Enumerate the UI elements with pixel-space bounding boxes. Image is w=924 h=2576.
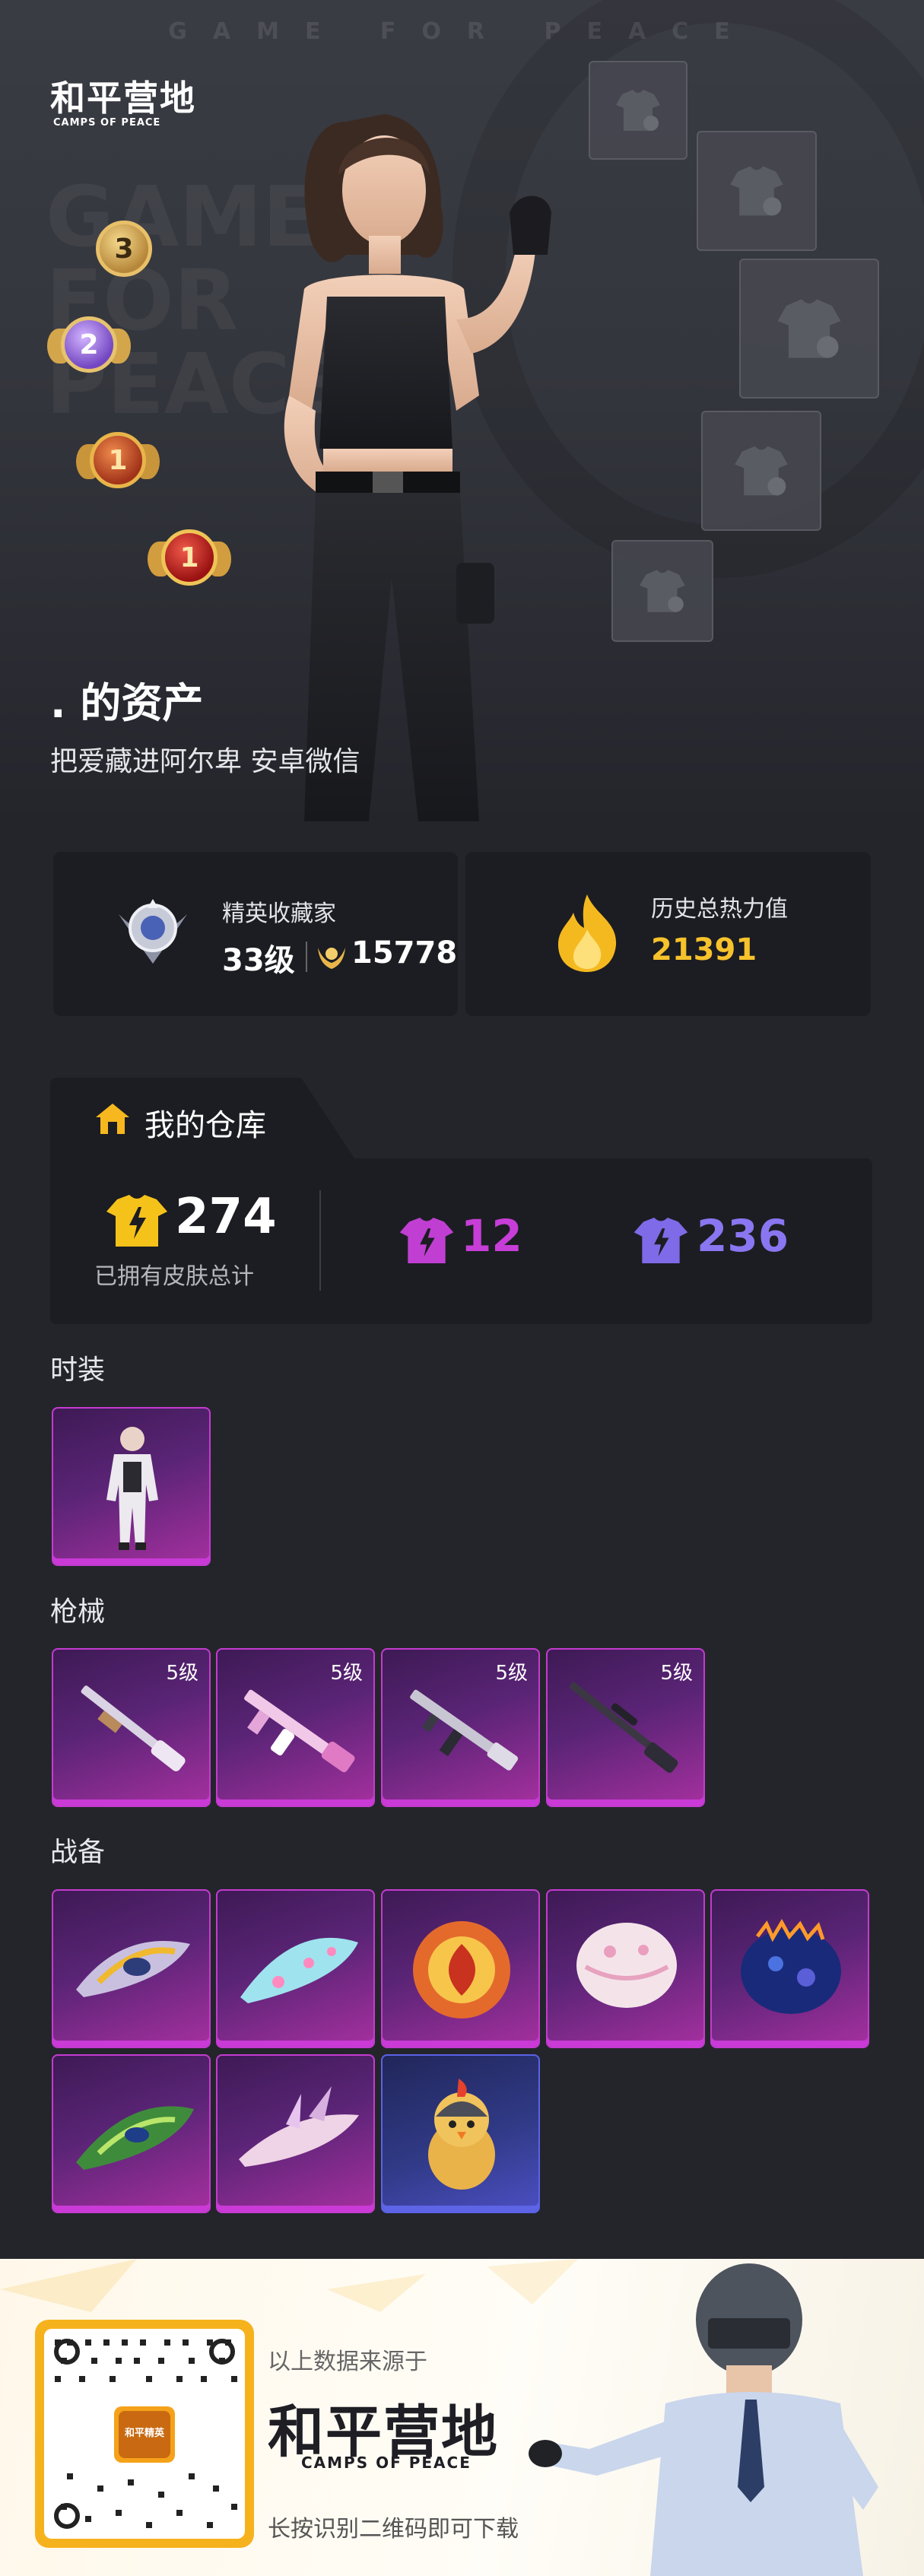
glider-icon [239, 2086, 359, 2167]
hero-tagline: GAME FOR PEACE [168, 18, 756, 45]
shirt-icon [640, 570, 685, 612]
shirt-icon [777, 299, 841, 358]
laurel-icon [318, 948, 345, 969]
skin-total-icon [106, 1195, 167, 1247]
gun-item[interactable]: 5级 [381, 1648, 540, 1807]
player-name: . 的资产 [50, 679, 204, 727]
flame-icon [558, 894, 617, 972]
blue-skin-icon [633, 1218, 688, 1263]
outfit-tile [611, 540, 713, 642]
divider [319, 1190, 321, 1291]
outfit-tile [697, 131, 817, 251]
assault-rifle-icon [410, 1689, 519, 1771]
collector-title: 精英收藏家 [222, 900, 336, 927]
shirt-icon [616, 90, 660, 131]
rank-medal-icon: 1 [76, 417, 160, 508]
shirt-icon [730, 166, 783, 216]
warehouse-tab[interactable]: 我的仓库 [50, 1078, 354, 1158]
rank-medal-icon: 3 [82, 205, 166, 297]
section-fashion-title: 时装 [50, 1355, 106, 1386]
section-guns-title: 枪械 [50, 1596, 106, 1628]
outfit-tile [739, 259, 879, 399]
chicken-mascot-icon [428, 2079, 495, 2190]
medal-body: 3 [96, 221, 152, 277]
house-icon [96, 1104, 129, 1134]
outfit-figure-icon [106, 1427, 158, 1550]
glider-icon [240, 1937, 358, 2003]
qr-code[interactable]: 和平精英 [35, 2320, 254, 2548]
player-subtitle: 把爱藏进阿尔卑 安卓微信 [50, 746, 360, 777]
hero-banner: GAME FOR PEACE GAME FOR PEACE 和平营地 CAMPS… [0, 0, 924, 821]
skin-total-count: 274 [175, 1189, 277, 1245]
logo-text-en: CAMPS OF PEACE [53, 117, 161, 129]
logo-text-cn: 和平营地 [50, 78, 196, 119]
sniper-rifle-icon [569, 1682, 678, 1773]
gun-item[interactable]: 5级 [216, 1648, 375, 1807]
parachute-icon [413, 1921, 510, 2019]
heat-title: 历史总热力值 [651, 896, 788, 923]
parachute-icon [741, 1919, 841, 2014]
gear-item[interactable] [381, 1889, 540, 2048]
medal-number: 3 [114, 233, 134, 265]
collector-points: 15778 [351, 935, 458, 970]
qr-code-image: 和平精英 [44, 2329, 245, 2539]
soldier-figure [529, 2263, 878, 2576]
app-logo: 和平营地 CAMPS OF PEACE [50, 79, 196, 129]
medal-body: 2 [61, 316, 117, 373]
heat-value: 21391 [651, 932, 757, 967]
gear-item[interactable] [52, 2054, 211, 2213]
medal-number: 1 [108, 444, 128, 476]
heat-card[interactable]: 历史总热力值 21391 [465, 852, 871, 1016]
warehouse-summary: 274 已拥有皮肤总计 12 236 [50, 1158, 872, 1324]
gear-item[interactable] [52, 1889, 211, 2048]
download-hint: 长按识别二维码即可下载 [268, 2516, 519, 2543]
gear-item[interactable] [710, 1889, 869, 2048]
gear-item[interactable] [216, 1889, 375, 2048]
rifle-icon [244, 1689, 355, 1773]
download-footer: 和平精英 以上数据来源于 和平营地 CAMPS OF PEACE 长按识别二维码… [0, 2259, 924, 2576]
gear-item[interactable] [216, 2054, 375, 2213]
shirt-icon [735, 446, 788, 496]
collector-badge-icon [119, 899, 187, 964]
medal-number: 2 [79, 329, 99, 361]
collector-card[interactable]: 精英收藏家 33级 15778 [53, 852, 458, 1016]
gear-item[interactable] [381, 2054, 540, 2213]
warehouse-title: 我的仓库 [144, 1108, 266, 1143]
skin-total-label: 已拥有皮肤总计 [94, 1263, 254, 1290]
purple-skin-count: 12 [461, 1210, 522, 1262]
character-figure [284, 114, 551, 821]
medal-body: 1 [90, 432, 146, 488]
outfit-tile [589, 61, 687, 160]
blue-skin-count: 236 [697, 1210, 789, 1262]
footer-logo-en: CAMPS OF PEACE [301, 2454, 472, 2472]
rank-medal-icon: 2 [47, 301, 131, 392]
gun-item[interactable]: 5级 [546, 1648, 705, 1807]
shotgun-icon [81, 1685, 186, 1771]
section-gear-title: 战备 [50, 1837, 106, 1868]
collector-level: 33级 [222, 943, 295, 978]
glider-icon [76, 1941, 190, 1997]
glider-icon [76, 2106, 194, 2170]
gear-item[interactable] [546, 1889, 705, 2048]
gun-item[interactable]: 5级 [52, 1648, 211, 1807]
divider [306, 942, 307, 972]
source-text: 以上数据来源于 [268, 2349, 427, 2375]
fashion-item[interactable] [52, 1407, 211, 1566]
outfit-tile [701, 411, 821, 531]
purple-skin-icon [399, 1218, 454, 1263]
parachute-icon [576, 1923, 677, 2008]
qr-logo-text: 和平精英 [124, 2428, 164, 2439]
